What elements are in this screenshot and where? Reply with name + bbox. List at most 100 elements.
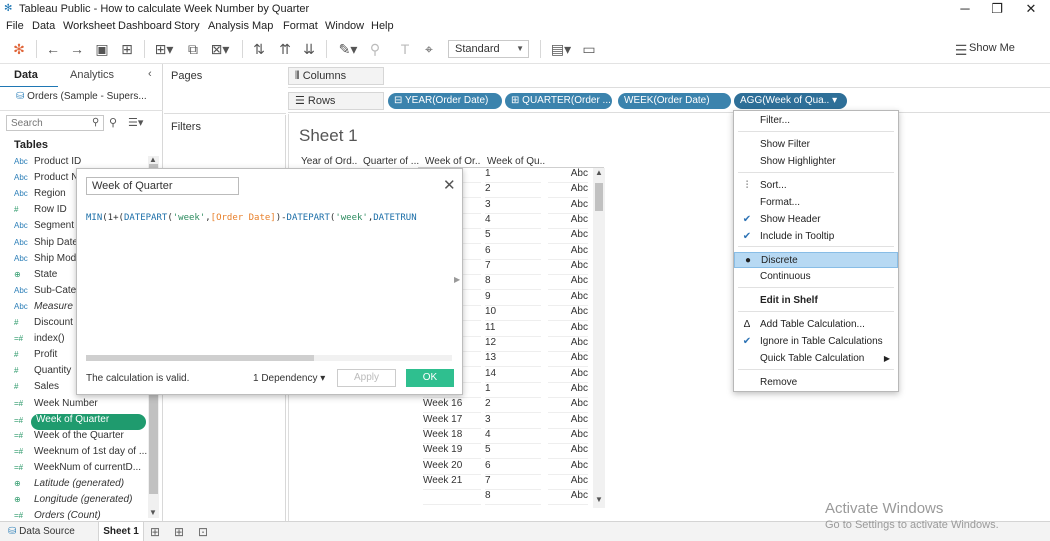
menu-file[interactable]: File	[6, 20, 24, 32]
calc-name-input[interactable]: Week of Quarter	[86, 177, 239, 195]
menu-item-filter[interactable]: Filter...	[734, 113, 898, 129]
abc-cell[interactable]: Abc	[548, 306, 588, 322]
save-icon[interactable]: ▣	[93, 40, 111, 58]
datasource-item[interactable]: ⛁ Orders (Sample - Supers...	[16, 91, 147, 102]
collapse-pane-icon[interactable]: ‹	[148, 68, 152, 80]
week-of-quarter-cell[interactable]: 11	[485, 322, 541, 337]
menu-analysis[interactable]: Analysis	[208, 20, 249, 32]
show-me-icon[interactable]: ☰	[954, 41, 968, 59]
minimize-button[interactable]: ─	[948, 0, 982, 18]
week-of-quarter-cell[interactable]: 6	[485, 460, 541, 475]
formula-hscrollbar[interactable]	[86, 355, 452, 361]
pill-year-order-date[interactable]: ⊟ YEAR(Order Date)	[388, 93, 502, 109]
new-worksheet-icon[interactable]: ⊞▾	[152, 40, 176, 58]
menu-item-show-highlighter[interactable]: Show Highlighter	[734, 154, 898, 170]
col-header-year[interactable]: Year of Ord..	[301, 156, 357, 167]
presentation-icon[interactable]: ▭	[580, 40, 598, 58]
sort-ascending-icon[interactable]: ⇈	[276, 40, 294, 58]
abc-cell[interactable]: Abc	[548, 368, 588, 383]
pill-week-order-date[interactable]: WEEK(Order Date)	[618, 93, 731, 109]
scroll-down-icon[interactable]: ▼	[149, 508, 157, 517]
week-of-quarter-cell[interactable]: 2	[485, 183, 541, 199]
abc-cell[interactable]: Abc	[548, 199, 588, 214]
pin-icon[interactable]: ⌖	[420, 40, 438, 58]
week-of-quarter-cell[interactable]: 9	[485, 291, 541, 306]
abc-cell[interactable]: Abc	[548, 352, 588, 368]
menu-format[interactable]: Format	[283, 20, 318, 32]
tab-sheet-1[interactable]: Sheet 1	[98, 522, 144, 541]
menu-window[interactable]: Window	[325, 20, 364, 32]
table-scrollbar[interactable]	[593, 168, 605, 508]
week-of-quarter-cell[interactable]: 8	[485, 275, 541, 291]
abc-cell[interactable]: Abc	[548, 245, 588, 260]
menu-help[interactable]: Help	[371, 20, 394, 32]
apply-button[interactable]: Apply	[337, 369, 396, 387]
new-datasource-icon[interactable]: ⊞	[118, 40, 136, 58]
abc-cell[interactable]: Abc	[548, 475, 588, 490]
close-button[interactable]: ✕	[1014, 0, 1048, 18]
week-cell[interactable]: Week 16	[423, 398, 481, 414]
show-cards-icon[interactable]: ▤▾	[548, 40, 574, 58]
week-cell[interactable]: Week 21	[423, 475, 481, 490]
week-of-quarter-cell[interactable]: 1	[485, 383, 541, 398]
search-input[interactable]	[6, 115, 104, 131]
abc-cell[interactable]: Abc	[548, 337, 588, 352]
field-item[interactable]: =# Weeknum of 1st day of ...	[14, 446, 148, 462]
col-header-week-of-quarter[interactable]: Week of Qu..	[487, 156, 545, 167]
menu-map[interactable]: Map	[252, 20, 273, 32]
week-of-quarter-cell[interactable]: 13	[485, 352, 541, 368]
abc-cell[interactable]: Abc	[548, 291, 588, 306]
filter-icon[interactable]: ⚲	[109, 116, 117, 129]
scroll-up-icon[interactable]: ▲	[149, 155, 157, 164]
close-icon[interactable]: ✕	[443, 176, 456, 194]
abc-cell[interactable]: Abc	[548, 275, 588, 291]
abc-cell[interactable]: Abc	[548, 398, 588, 414]
menu-item-discrete[interactable]: ● Discrete	[734, 252, 898, 268]
menu-item-continuous[interactable]: Continuous	[734, 269, 898, 285]
tab-data-source[interactable]: ⛁ Data Source	[8, 526, 75, 537]
expand-arrow-icon[interactable]: ▶	[454, 275, 460, 284]
menu-dashboard[interactable]: Dashboard	[118, 20, 172, 32]
week-of-quarter-cell[interactable]: 1	[485, 168, 541, 183]
week-cell[interactable]: Week 19	[423, 444, 481, 460]
week-of-quarter-cell[interactable]: 5	[485, 444, 541, 460]
week-of-quarter-cell[interactable]: 7	[485, 475, 541, 490]
clear-sheet-icon[interactable]: ⊠▾	[208, 40, 232, 58]
menu-item-sort[interactable]: ⫶ Sort...	[734, 178, 898, 194]
abc-cell[interactable]: Abc	[548, 490, 588, 506]
scrollbar-thumb[interactable]	[86, 355, 314, 361]
sort-descending-icon[interactable]: ⇊	[300, 40, 318, 58]
week-of-quarter-cell[interactable]: 3	[485, 199, 541, 214]
pill-agg-week-of-quarter[interactable]: AGG(Week of Qua.. ▾	[734, 93, 847, 109]
week-cell[interactable]: Week 17	[423, 414, 481, 429]
pages-shelf[interactable]: Pages	[164, 64, 286, 114]
field-item[interactable]: ⊕ Longitude (generated)	[14, 494, 148, 510]
scroll-down-icon[interactable]: ▼	[595, 495, 603, 504]
scroll-up-icon[interactable]: ▲	[595, 168, 603, 177]
dependency-dropdown[interactable]: 1 Dependency ▾	[253, 373, 325, 384]
menu-data[interactable]: Data	[32, 20, 55, 32]
abc-cell[interactable]: Abc	[548, 229, 588, 245]
undo-icon[interactable]: ←	[44, 40, 62, 58]
redo-icon[interactable]: →	[68, 40, 86, 58]
group-icon[interactable]: ⚲	[366, 40, 384, 58]
abc-cell[interactable]: Abc	[548, 444, 588, 460]
week-of-quarter-cell[interactable]: 2	[485, 398, 541, 414]
col-header-week[interactable]: Week of Or..	[425, 156, 480, 167]
abc-cell[interactable]: Abc	[548, 183, 588, 199]
week-of-quarter-cell[interactable]: 14	[485, 368, 541, 383]
maximize-button[interactable]: ❐	[980, 0, 1014, 18]
label-icon[interactable]: T	[396, 40, 414, 58]
menu-item-include-in-tooltip[interactable]: ✔ Include in Tooltip	[734, 229, 898, 245]
abc-cell[interactable]: Abc	[548, 429, 588, 444]
new-story-icon[interactable]: ⊡	[198, 525, 208, 539]
fit-select[interactable]: Standard ▼	[448, 40, 529, 58]
field-item[interactable]: =# Week Number	[14, 398, 148, 414]
menu-item-format[interactable]: Format...	[734, 195, 898, 211]
field-item[interactable]: =# WeekNum of currentD...	[14, 462, 148, 478]
menu-worksheet[interactable]: Worksheet	[63, 20, 115, 32]
menu-item-remove[interactable]: Remove	[734, 375, 898, 391]
abc-cell[interactable]: Abc	[548, 168, 588, 183]
swap-icon[interactable]: ⇅	[250, 40, 268, 58]
new-dashboard-icon[interactable]: ⊞	[174, 525, 184, 539]
